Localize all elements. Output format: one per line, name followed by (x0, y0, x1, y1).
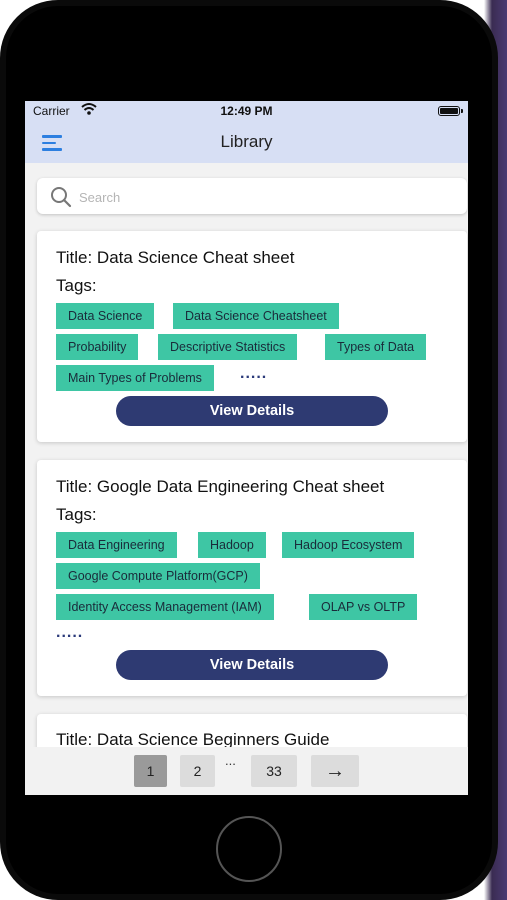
tag-chip[interactable]: Probability (56, 334, 139, 360)
page-title: Library (220, 132, 273, 151)
page-ellipsis: ... (225, 753, 236, 768)
tag-chip[interactable]: Descriptive Statistics (158, 334, 298, 360)
tag-chip[interactable]: Hadoop Ecosystem (282, 532, 415, 558)
page-button-2[interactable]: 2 (180, 755, 215, 787)
pagination: 1 2 ... 33 → (25, 747, 468, 795)
tag-chip[interactable]: Identity Access Management (IAM) (56, 594, 274, 620)
card-title: Title: Data Science Cheat sheet (56, 248, 295, 267)
tag-chip[interactable]: Google Compute Platform(GCP) (56, 563, 260, 589)
library-card: Title: Google Data Engineering Cheat she… (37, 460, 467, 696)
app-screen: Carrier 12:49 PM Library Title: Data Sci… (25, 101, 468, 795)
card-title: Title: Google Data Engineering Cheat she… (56, 477, 385, 496)
tag-chip[interactable]: Data Science (56, 303, 155, 329)
home-button[interactable] (216, 816, 282, 882)
battery-icon (438, 106, 463, 116)
view-details-button[interactable]: View Details (116, 396, 388, 426)
tag-chip[interactable]: Hadoop (198, 532, 266, 558)
tag-chip[interactable]: Main Types of Problems (56, 365, 214, 391)
view-details-button[interactable]: View Details (116, 650, 388, 680)
status-time: 12:49 PM (220, 104, 273, 118)
search-input[interactable] (77, 184, 461, 210)
search-icon (51, 187, 72, 208)
more-tags-indicator[interactable]: ..... (240, 365, 267, 383)
next-page-arrow-icon[interactable]: → (311, 755, 359, 787)
tags-label: Tags: (56, 505, 97, 524)
tag-chip[interactable]: OLAP vs OLTP (309, 594, 418, 620)
tags-label: Tags: (56, 276, 97, 295)
search-bar[interactable] (37, 178, 467, 214)
tag-chip[interactable]: Types of Data (325, 334, 427, 360)
page-button-1[interactable]: 1 (134, 755, 167, 787)
more-tags-indicator[interactable]: ..... (56, 624, 83, 642)
navigation-bar: Library (25, 121, 468, 163)
tag-chip[interactable]: Data Science Cheatsheet (173, 303, 339, 329)
status-bar: Carrier 12:49 PM (25, 101, 468, 121)
tag-chip[interactable]: Data Engineering (56, 532, 177, 558)
page-button-33[interactable]: 33 (251, 755, 297, 787)
library-card: Title: Data Science Cheat sheet Tags: Da… (37, 231, 467, 442)
